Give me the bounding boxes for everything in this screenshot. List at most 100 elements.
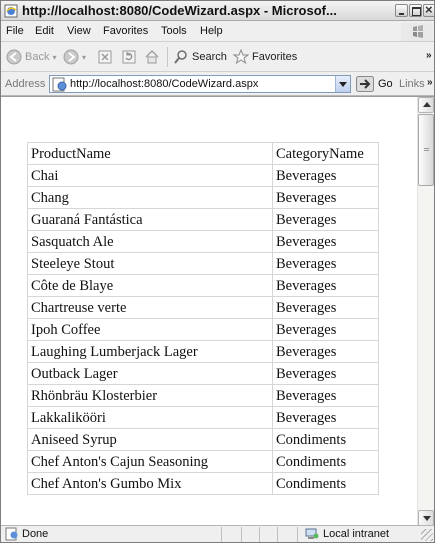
menu-favorites[interactable]: Favorites	[103, 25, 148, 37]
back-dropdown-icon[interactable]: ▾	[52, 53, 56, 62]
back-arrow-icon	[6, 49, 22, 65]
products-table: ProductName CategoryName Chai Beverages Chan…	[27, 142, 379, 495]
home-icon	[145, 50, 159, 64]
table-row: Guaraná Fantástica Beverages	[27, 208, 379, 231]
address-url: http://localhost:8080/CodeWizard.aspx	[70, 78, 259, 90]
forward-dropdown-icon[interactable]: ▾	[82, 53, 86, 62]
home-button[interactable]	[144, 46, 160, 68]
vertical-scrollbar[interactable]	[417, 97, 434, 525]
back-button[interactable]: Back ▾	[6, 46, 56, 68]
product-name-cell: Chef Anton's Gumbo Mix	[27, 472, 273, 495]
stop-icon	[98, 50, 112, 64]
menu-help[interactable]: Help	[200, 25, 223, 37]
product-name-cell: Côte de Blaye	[27, 274, 273, 297]
links-label[interactable]: Links	[399, 78, 425, 90]
menu-bar: File Edit View Favorites Tools Help	[1, 21, 434, 42]
product-name-cell: Guaraná Fantástica	[27, 208, 273, 231]
product-name-cell: Laughing Lumberjack Lager	[27, 340, 273, 363]
go-button[interactable]: Go	[356, 75, 393, 93]
menu-file[interactable]: File	[6, 25, 24, 37]
category-name-cell: Condiments	[272, 450, 379, 473]
scroll-thumb[interactable]	[418, 114, 434, 186]
back-label: Back	[25, 51, 50, 63]
close-button[interactable]	[423, 2, 434, 17]
menu-view[interactable]: View	[67, 25, 91, 37]
scroll-down-button[interactable]	[418, 510, 434, 525]
toolbar-overflow-icon[interactable]: »	[426, 50, 432, 61]
menu-tools[interactable]: Tools	[161, 25, 187, 37]
product-name-cell: Ipoh Coffee	[27, 318, 273, 341]
zone-text: Local intranet	[323, 528, 390, 540]
toolbar: Back ▾ ▾ Search Favorites »	[1, 42, 434, 72]
category-name-cell: Beverages	[272, 186, 379, 209]
search-button[interactable]: Search	[173, 46, 227, 68]
product-name-cell: Outback Lager	[27, 362, 273, 385]
status-pane	[277, 527, 278, 542]
table-row: Lakkalikööri Beverages	[27, 406, 379, 429]
done-page-icon	[5, 527, 18, 541]
table-row: Aniseed Syrup Condiments	[27, 428, 379, 451]
category-name-cell: Beverages	[272, 384, 379, 407]
product-name-cell: Rhönbräu Klosterbier	[27, 384, 273, 407]
menu-edit[interactable]: Edit	[35, 25, 54, 37]
browser-window: http://localhost:8080/CodeWizard.aspx - …	[0, 0, 435, 543]
table-row: Rhönbräu Klosterbier Beverages	[27, 384, 379, 407]
table-row: Chang Beverages	[27, 186, 379, 209]
address-bar: Address http://localhost:8080/CodeWizard…	[1, 72, 434, 96]
category-name-cell: Beverages	[272, 274, 379, 297]
windows-logo-icon	[401, 23, 433, 41]
scroll-up-button[interactable]	[418, 97, 434, 113]
category-name-cell: Beverages	[272, 164, 379, 187]
title-bar[interactable]: http://localhost:8080/CodeWizard.aspx - …	[1, 1, 434, 21]
status-pane	[259, 527, 260, 542]
favorites-label: Favorites	[252, 51, 298, 63]
table-row: Ipoh Coffee Beverages	[27, 318, 379, 341]
product-name-cell: Sasquatch Ale	[27, 230, 273, 253]
table-row: Laughing Lumberjack Lager Beverages	[27, 340, 379, 363]
category-name-cell: Beverages	[272, 318, 379, 341]
status-pane	[241, 527, 242, 542]
address-dropdown-icon[interactable]	[335, 76, 350, 92]
minimize-button[interactable]	[395, 4, 408, 17]
product-name-cell: ProductName	[27, 142, 273, 165]
table-row: Chef Anton's Cajun Seasoning Condiments	[27, 450, 379, 473]
ie-page-icon	[4, 4, 18, 18]
resize-grip-icon[interactable]	[421, 529, 433, 541]
table-row: Outback Lager Beverages	[27, 362, 379, 385]
forward-arrow-icon	[63, 49, 79, 65]
product-name-cell: Chef Anton's Cajun Seasoning	[27, 450, 273, 473]
search-label: Search	[192, 51, 227, 63]
toolbar-separator	[167, 47, 168, 67]
refresh-button[interactable]	[121, 46, 137, 68]
table-row: Sasquatch Ale Beverages	[27, 230, 379, 253]
page-content: ProductName CategoryName Chai Beverages Chan…	[1, 96, 434, 525]
forward-button[interactable]: ▾	[63, 46, 86, 68]
product-name-cell: Chai	[27, 164, 273, 187]
maximize-button[interactable]	[409, 4, 422, 17]
category-name-cell: Beverages	[272, 230, 379, 253]
links-overflow-icon[interactable]: »	[427, 77, 433, 88]
status-bar: Done Local intranet	[1, 525, 434, 542]
search-icon	[174, 50, 187, 64]
category-name-cell: Condiments	[272, 472, 379, 495]
product-name-cell: Lakkalikööri	[27, 406, 273, 429]
table-row: Côte de Blaye Beverages	[27, 274, 379, 297]
window-title: http://localhost:8080/CodeWizard.aspx - …	[22, 3, 337, 18]
category-name-cell: Beverages	[272, 340, 379, 363]
category-name-cell: Beverages	[272, 406, 379, 429]
stop-button[interactable]	[97, 46, 113, 68]
category-name-cell: CategoryName	[272, 142, 379, 165]
table-header-row: ProductName CategoryName	[27, 142, 379, 165]
go-arrow-icon	[356, 76, 374, 92]
local-intranet-icon	[305, 528, 319, 539]
address-input[interactable]: http://localhost:8080/CodeWizard.aspx	[49, 75, 351, 93]
table-row: Chef Anton's Gumbo Mix Condiments	[27, 472, 379, 495]
status-text: Done	[22, 528, 49, 540]
go-label: Go	[378, 78, 393, 90]
address-label: Address	[5, 78, 46, 90]
star-icon	[233, 49, 249, 65]
refresh-icon	[122, 50, 136, 64]
product-name-cell: Chartreuse verte	[27, 296, 273, 319]
table-row: Chartreuse verte Beverages	[27, 296, 379, 319]
favorites-button[interactable]: Favorites	[233, 46, 297, 68]
